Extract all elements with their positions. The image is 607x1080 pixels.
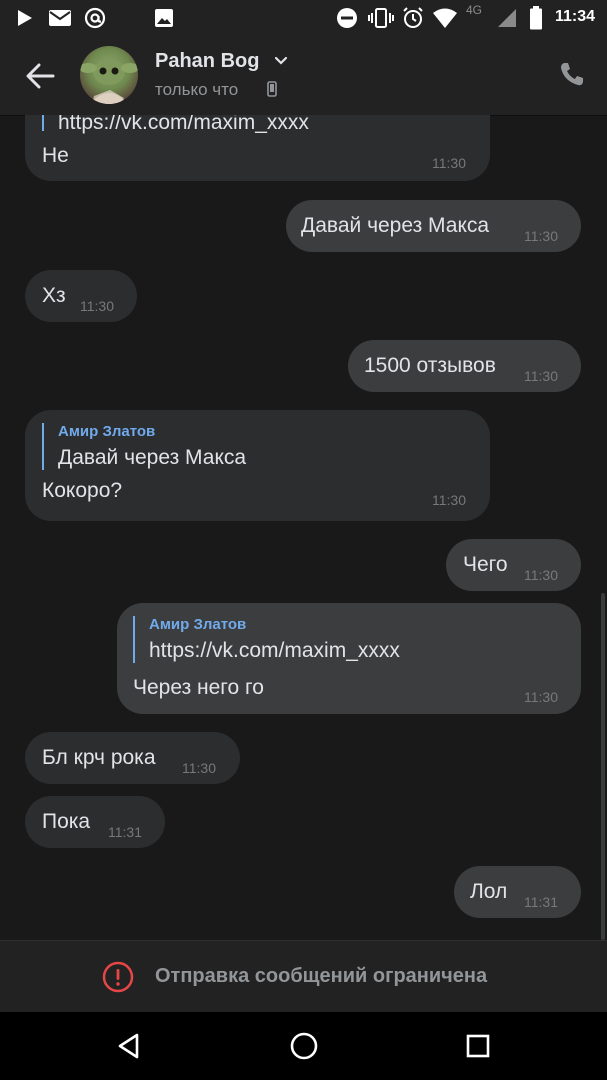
reply-text: https://vk.com/maxim_xxxx <box>149 639 400 662</box>
restricted-message: Отправка сообщений ограничена <box>155 965 488 987</box>
message-time: 11:30 <box>80 298 114 314</box>
message-time: 11:30 <box>432 492 466 508</box>
message-text: Чего <box>463 553 508 576</box>
message-bubble-incoming[interactable]: Амир Златов Давай через Макса Кокоро? 11… <box>25 410 490 521</box>
chat-header: Pahan Bog только что <box>0 36 607 115</box>
message-time: 11:31 <box>108 824 142 840</box>
message-text: Давай через Макса <box>301 214 490 237</box>
message-list[interactable]: https://vk.com/maxim_xxxx Не 11:30 Давай… <box>0 115 607 940</box>
message-text: Лол <box>470 880 508 903</box>
message-bubble-incoming[interactable]: Бл крч рока 11:30 <box>25 732 240 784</box>
network-type: 4G <box>466 3 483 17</box>
wifi-icon <box>432 6 458 30</box>
alarm-icon <box>401 6 425 30</box>
message-text: Бл крч рока <box>42 746 156 769</box>
warning-icon <box>102 961 134 993</box>
last-seen: только что <box>155 80 239 99</box>
quoted-link[interactable]: https://vk.com/maxim_xxxx <box>58 115 309 135</box>
message-bubble-incoming[interactable]: Хз 11:30 <box>25 270 137 322</box>
message-time: 11:30 <box>524 567 558 583</box>
reply-quote[interactable]: Амир Златов https://vk.com/maxim_xxxx <box>133 616 400 663</box>
message-text: 1500 отзывов <box>364 354 496 377</box>
phone-icon[interactable] <box>558 60 586 88</box>
chevron-down-icon[interactable] <box>273 52 289 68</box>
message-bubble-incoming[interactable]: Пока 11:31 <box>25 796 165 848</box>
reply-quote: https://vk.com/maxim_xxxx <box>42 115 309 134</box>
message-time: 11:30 <box>524 228 558 244</box>
nav-recents-icon <box>466 1034 490 1058</box>
message-time: 11:30 <box>524 689 558 705</box>
reply-author: Амир Златов <box>149 616 247 633</box>
message-text: Пока <box>42 810 91 833</box>
status-bar: 4G 11:34 <box>0 0 607 36</box>
message-text: Кокоро? <box>42 479 123 502</box>
dnd-icon <box>336 6 358 30</box>
image-icon <box>154 6 174 30</box>
message-bubble-outgoing[interactable]: 1500 отзывов 11:30 <box>348 340 581 392</box>
avatar[interactable] <box>80 46 138 104</box>
message-time: 11:30 <box>524 368 558 384</box>
avatar-image <box>80 59 138 104</box>
reply-text: Давай через Макса <box>58 446 247 469</box>
nav-recents-button[interactable] <box>461 1029 495 1063</box>
message-bubble-outgoing[interactable]: Амир Златов https://vk.com/maxim_xxxx Че… <box>117 603 581 714</box>
message-bubble-incoming[interactable]: https://vk.com/maxim_xxxx Не 11:30 <box>25 115 490 181</box>
at-icon <box>83 6 107 30</box>
reply-quote[interactable]: Амир Златов Давай через Макса <box>42 423 246 470</box>
messaging-restricted-bar: Отправка сообщений ограничена <box>0 940 607 1013</box>
nav-back-button[interactable] <box>112 1029 146 1063</box>
reply-author: Амир Златов <box>58 423 156 440</box>
vibrate-icon <box>368 6 394 30</box>
back-arrow-icon <box>26 63 55 89</box>
battery-icon <box>529 6 543 30</box>
nav-home-icon <box>290 1032 318 1060</box>
message-bubble-outgoing[interactable]: Чего 11:30 <box>446 539 581 591</box>
message-bubble-outgoing[interactable]: Давай через Макса 11:30 <box>286 200 581 252</box>
message-text: Не <box>42 144 69 167</box>
contact-name[interactable]: Pahan Bog <box>155 50 259 73</box>
nav-back-icon <box>118 1033 139 1059</box>
system-nav-bar <box>0 1012 607 1080</box>
gmail-icon <box>48 6 72 30</box>
mobile-icon <box>267 81 277 97</box>
nav-home-button[interactable] <box>287 1029 321 1063</box>
back-button[interactable] <box>22 58 58 94</box>
play-icon <box>14 6 34 30</box>
message-time: 11:31 <box>524 894 558 910</box>
clock: 11:34 <box>554 8 595 25</box>
scrollbar[interactable] <box>601 593 605 940</box>
message-time: 11:30 <box>432 155 466 171</box>
message-text: Хз <box>42 284 66 307</box>
signal-icon <box>496 6 518 30</box>
message-time: 11:30 <box>182 760 216 776</box>
message-bubble-outgoing[interactable]: Лол 11:31 <box>454 866 581 918</box>
message-text: Через него го <box>133 676 264 699</box>
